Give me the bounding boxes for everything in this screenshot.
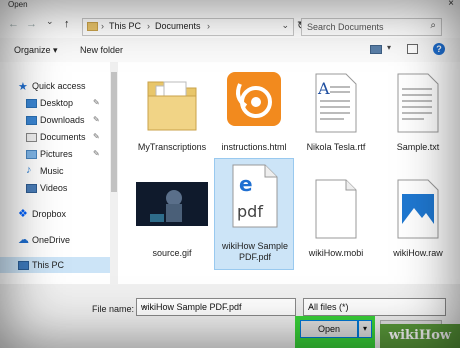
svg-text:A: A — [317, 79, 330, 98]
svg-text:e: e — [239, 172, 253, 196]
sidebar-item-label: Videos — [40, 183, 68, 193]
gif-thumbnail-icon — [136, 182, 208, 226]
dropbox-icon: ❖ — [18, 208, 28, 220]
documents-folder-icon — [26, 133, 37, 142]
search-input[interactable]: Search Documents ⌕ — [301, 18, 442, 36]
close-icon[interactable]: × — [448, 0, 454, 9]
address-dropdown-icon[interactable]: ⌄ — [281, 20, 289, 31]
title-bar: Open × — [0, 0, 460, 12]
preview-pane-icon[interactable] — [407, 44, 418, 54]
chevron-down-icon[interactable]: ⌄ — [308, 301, 441, 310]
file-name: Nikola Tesla.rtf — [306, 142, 366, 152]
forward-arrow-icon[interactable]: → — [26, 18, 37, 30]
sidebar-item-label: Music — [40, 166, 64, 176]
file-name-label: File name: — [92, 304, 135, 314]
file-name: wikiHow Sample PDF.pdf — [221, 241, 289, 262]
folder-icon — [147, 81, 197, 131]
new-folder-button[interactable]: New folder — [80, 45, 123, 55]
sidebar-item-label: Downloads — [40, 115, 85, 125]
navigation-bar: ← → ⌄ ↑ › This PC › Documents › ⌄ ↻ Sear… — [0, 12, 460, 38]
search-placeholder: Search Documents — [307, 22, 384, 32]
open-options-dropdown-icon[interactable]: ▾ — [358, 320, 372, 338]
file-item-nikola-tesla[interactable]: A Nikola Tesla.rtf — [296, 66, 376, 172]
text-document-icon — [397, 73, 439, 133]
breadcrumb-documents[interactable]: Documents — [155, 21, 201, 31]
file-name: instructions.html — [221, 142, 287, 152]
generic-file-icon — [315, 179, 357, 239]
file-name-input[interactable]: wikiHow Sample PDF.pdf ⌄ — [136, 298, 296, 316]
sidebar-item-label: Documents — [40, 132, 86, 142]
sidebar-item-music[interactable]: ♪ Music — [0, 163, 110, 179]
file-item-mytranscriptions[interactable]: MyTranscriptions — [132, 66, 212, 172]
file-name: source.gif — [152, 248, 192, 258]
change-view-icon[interactable] — [370, 45, 382, 54]
sidebar-item-downloads[interactable]: Downloads ✎ — [0, 112, 110, 128]
file-item-wikihow-raw[interactable]: wikiHow.raw — [378, 172, 458, 278]
folder-icon — [87, 22, 98, 31]
file-list: MyTranscriptions instructions.html A Nik… — [118, 62, 460, 284]
sidebar-item-onedrive[interactable]: ☁ OneDrive — [0, 232, 110, 248]
breadcrumb-separator: › — [101, 21, 104, 31]
file-item-instructions[interactable]: instructions.html — [214, 66, 294, 172]
recent-locations-dropdown-icon[interactable]: ⌄ — [46, 16, 54, 27]
pictures-folder-icon — [26, 150, 37, 159]
up-arrow-icon[interactable]: ↑ — [64, 18, 70, 30]
file-item-wikihow-mobi[interactable]: wikiHow.mobi — [296, 172, 376, 278]
pin-icon: ✎ — [93, 132, 100, 141]
image-file-icon — [397, 179, 439, 239]
videos-icon — [26, 184, 37, 193]
file-name: wikiHow.mobi — [308, 248, 364, 258]
breadcrumb-separator: › — [207, 21, 210, 31]
sidebar-scrollbar[interactable] — [110, 62, 118, 284]
file-name: MyTranscriptions — [137, 142, 207, 152]
help-icon[interactable]: ? — [433, 43, 445, 55]
window-title: Open — [8, 0, 28, 9]
file-name: Sample.txt — [396, 142, 440, 152]
sidebar-item-desktop[interactable]: Desktop ✎ — [0, 95, 110, 111]
uc-browser-icon — [227, 72, 281, 126]
scrollbar-thumb[interactable] — [111, 72, 117, 192]
pdf-document-icon: e pdf — [232, 164, 278, 228]
pin-icon: ✎ — [93, 149, 100, 158]
pin-icon: ✎ — [93, 115, 100, 124]
pin-icon: ✎ — [93, 98, 100, 107]
file-item-source-gif[interactable]: source.gif — [132, 172, 212, 278]
desktop-folder-icon — [26, 99, 37, 108]
star-icon: ★ — [18, 81, 28, 93]
navigation-pane: ★ Quick access Desktop ✎ Downloads ✎ Doc… — [0, 62, 118, 284]
file-type-select[interactable]: All files (*) ⌄ — [303, 298, 446, 316]
breadcrumb-this-pc[interactable]: This PC — [109, 21, 141, 31]
search-icon: ⌕ — [430, 20, 436, 31]
sidebar-item-label: OneDrive — [32, 235, 71, 245]
sidebar-item-this-pc[interactable]: This PC — [0, 257, 110, 273]
this-pc-icon — [18, 261, 29, 270]
file-item-wikihow-sample-pdf[interactable]: e pdf wikiHow Sample PDF.pdf — [214, 158, 294, 270]
sidebar-item-pictures[interactable]: Pictures ✎ — [0, 146, 110, 162]
file-item-sample-txt[interactable]: Sample.txt — [378, 66, 458, 172]
open-button[interactable]: Open — [300, 320, 358, 338]
sidebar-item-label: Quick access — [32, 81, 86, 91]
sidebar-item-documents[interactable]: Documents ✎ — [0, 129, 110, 145]
sidebar-item-videos[interactable]: Videos — [0, 180, 110, 196]
wikihow-watermark: wikiHow — [380, 324, 460, 348]
sidebar-item-label: Desktop — [40, 98, 74, 108]
onedrive-icon: ☁ — [18, 234, 29, 246]
sidebar-item-label: Dropbox — [32, 209, 67, 219]
downloads-folder-icon — [26, 116, 37, 125]
address-bar[interactable]: › This PC › Documents › ⌄ — [82, 18, 294, 36]
sidebar-item-quick-access[interactable]: ★ Quick access — [0, 78, 110, 94]
open-dialog: Open × ← → ⌄ ↑ › This PC › Documents › ⌄… — [0, 0, 460, 348]
sidebar-item-label: This PC — [32, 260, 65, 270]
view-options-dropdown-icon[interactable]: ▾ — [387, 43, 391, 52]
rtf-document-icon: A — [315, 73, 357, 133]
music-icon: ♪ — [26, 164, 32, 176]
pdf-thumb-label: pdf — [237, 202, 263, 221]
file-name: wikiHow.raw — [393, 248, 443, 258]
breadcrumb-separator: › — [147, 21, 150, 31]
chevron-down-icon[interactable]: ⌄ — [141, 301, 292, 310]
sidebar-item-dropbox[interactable]: ❖ Dropbox — [0, 206, 110, 222]
organize-button[interactable]: Organize ▾ — [14, 45, 58, 56]
back-arrow-icon[interactable]: ← — [8, 18, 19, 30]
sidebar-item-label: Pictures — [40, 149, 73, 159]
